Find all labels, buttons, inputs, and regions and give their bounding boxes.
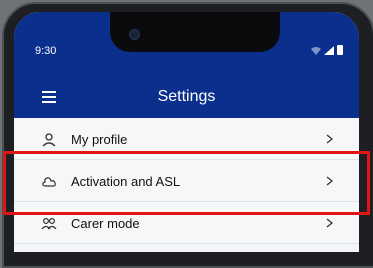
status-time: 9:30 bbox=[35, 45, 57, 57]
people-icon bbox=[41, 217, 57, 230]
chevron-right-icon bbox=[326, 134, 333, 144]
wifi-icon bbox=[311, 47, 321, 55]
signal-icon bbox=[324, 46, 334, 55]
battery-icon bbox=[337, 45, 343, 55]
settings-item-label: Carer mode bbox=[71, 216, 140, 231]
person-icon bbox=[42, 133, 56, 147]
highlight-box bbox=[3, 151, 370, 215]
app-header: 9:30 Settings bbox=[14, 12, 359, 118]
camera-icon bbox=[129, 29, 140, 40]
phone-screen: 9:30 Settings My profile Activation and … bbox=[14, 12, 359, 252]
settings-item-label: My profile bbox=[71, 132, 128, 147]
status-icons bbox=[311, 45, 343, 55]
page-title: Settings bbox=[157, 88, 216, 105]
chevron-right-icon bbox=[326, 218, 333, 228]
